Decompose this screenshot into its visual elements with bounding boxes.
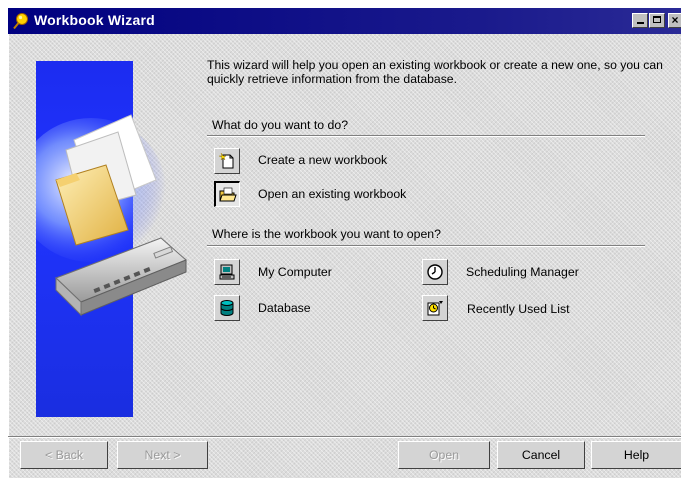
next-button[interactable]: Next >	[117, 441, 208, 469]
recently-used-label[interactable]: Recently Used List	[467, 302, 570, 316]
create-workbook-button[interactable]	[214, 148, 240, 174]
cancel-button[interactable]: Cancel	[497, 441, 585, 469]
database-button[interactable]	[214, 295, 240, 321]
title-bar[interactable]: Workbook Wizard ×	[8, 8, 681, 34]
close-icon: ×	[671, 13, 679, 27]
create-workbook-label[interactable]: Create a new workbook	[258, 153, 387, 167]
intro-text: This wizard will help you open an existi…	[207, 58, 663, 86]
open-folder-icon	[219, 187, 237, 202]
computer-icon	[219, 264, 235, 280]
back-button[interactable]: < Back	[20, 441, 108, 469]
footer-divider	[8, 436, 681, 438]
section-where-label: Where is the workbook you want to open?	[212, 227, 441, 241]
scheduling-manager-label[interactable]: Scheduling Manager	[466, 265, 579, 279]
minimize-button[interactable]	[632, 13, 648, 28]
my-computer-button[interactable]	[214, 259, 240, 285]
database-icon	[220, 300, 234, 316]
open-workbook-label[interactable]: Open an existing workbook	[258, 187, 406, 201]
new-document-icon	[218, 152, 234, 169]
open-workbook-button[interactable]	[214, 181, 240, 207]
folder-computer-illustration-icon	[16, 114, 187, 317]
scheduling-manager-button[interactable]	[422, 259, 448, 285]
open-button[interactable]: Open	[398, 441, 490, 469]
recently-used-button[interactable]	[422, 295, 448, 321]
wizard-pin-icon	[13, 13, 28, 30]
maximize-icon	[653, 16, 661, 23]
my-computer-label[interactable]: My Computer	[258, 265, 332, 279]
section-what-label: What do you want to do?	[212, 118, 349, 132]
database-label[interactable]: Database	[258, 301, 311, 315]
minimize-icon	[637, 22, 644, 24]
window-title: Workbook Wizard	[34, 12, 155, 28]
workbook-illustration	[16, 110, 196, 340]
maximize-button[interactable]	[649, 13, 665, 28]
clock-icon	[427, 264, 443, 280]
help-button[interactable]: Help	[591, 441, 681, 469]
section-what-divider	[207, 135, 645, 137]
close-button[interactable]: ×	[668, 13, 681, 28]
section-where-divider	[207, 245, 645, 247]
recent-list-icon	[427, 301, 443, 316]
